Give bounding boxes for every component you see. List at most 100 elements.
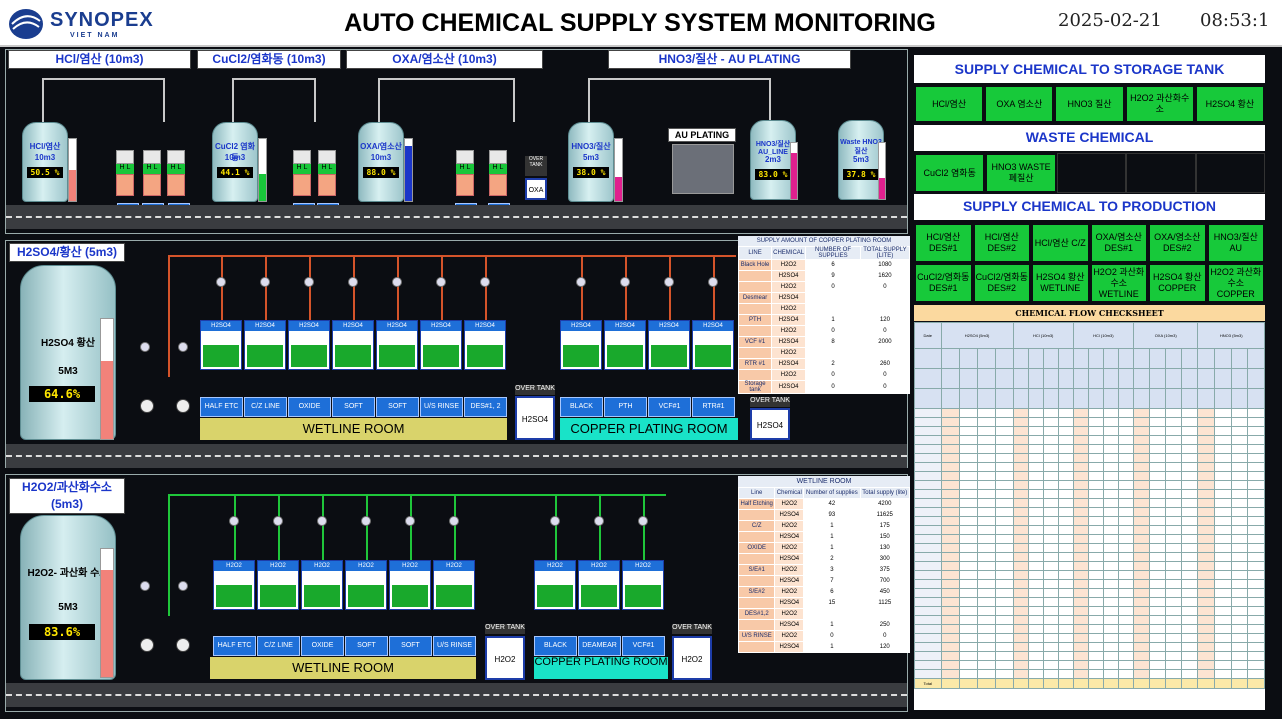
pump-valve-icon[interactable] — [140, 581, 150, 591]
valve-icon[interactable] — [576, 277, 586, 287]
wetline-table-title: WETLINE ROOM — [738, 476, 910, 487]
table-row: H2SO4 1 250 — [737, 619, 911, 631]
storage-tank-2[interactable]: OXA/염소산 10m3 88.0 % — [358, 122, 404, 202]
table-cell: H2O2 — [774, 542, 805, 554]
h2so4-cu-button-2[interactable]: VCF#1 — [648, 397, 691, 417]
green-storageItems-1[interactable]: OXA 염소산 — [984, 85, 1055, 123]
valve-icon[interactable] — [273, 516, 283, 526]
green-prodRow1-5[interactable]: HNO3/질산 AU — [1206, 223, 1265, 263]
globe-icon — [9, 9, 43, 39]
green-prodRow2-5[interactable]: H2O2 과산화수소 COPPER — [1206, 263, 1265, 303]
valve-icon[interactable] — [638, 516, 648, 526]
green-storageItems-0[interactable]: HCl/염산 — [914, 85, 985, 123]
h2o2-wet-button-4[interactable]: SOFT ETC#2 — [389, 636, 432, 667]
valve-icon[interactable] — [260, 277, 270, 287]
green-prodRow2-2[interactable]: H2SO4 황산 WETLINE — [1031, 263, 1090, 303]
flow-table: Date H2SO4 (5m3) HCl (10m3) HCl (10m3) OXA (… — [914, 322, 1265, 689]
h2o2-wet-button-2[interactable]: OXIDE — [301, 636, 344, 656]
green-prodRow1-0[interactable]: HCl/염산 DES#1 — [914, 223, 973, 263]
green-prodRow2-0[interactable]: CuCl2/염화동 DES#1 — [914, 263, 973, 303]
green-prodRow2-3[interactable]: H2O2 과산화수소 WETLINE — [1089, 263, 1148, 303]
valve-icon[interactable] — [229, 516, 239, 526]
h2o2-cu-button-1[interactable]: DEAMEAR — [578, 636, 621, 656]
h2o2-cu-cell-level — [537, 584, 573, 607]
table-cell — [737, 641, 776, 653]
h2o2-wet-button-0[interactable]: HALF ETC — [213, 636, 256, 656]
h2so4-drop-pipe — [221, 255, 223, 320]
table-cell: 3 — [803, 564, 861, 576]
valve-icon[interactable] — [361, 516, 371, 526]
green-storageItems-4[interactable]: H2SO4 황산 — [1194, 85, 1266, 123]
h2o2-wet-button-5[interactable]: U/S RINSE — [433, 636, 476, 656]
h2o2-wet-cell: H2O2 — [257, 560, 299, 610]
h2o2-cu-button-2[interactable]: VCF#1 — [622, 636, 665, 656]
green-wasteItems-0[interactable]: CuCl2 염화동 — [914, 153, 986, 193]
h2o2-wet-cell-level — [260, 584, 296, 607]
valve-icon[interactable] — [620, 277, 630, 287]
table-cell: H2O2 — [774, 630, 805, 642]
h2so4-cu-button-1[interactable]: PTH — [604, 397, 647, 417]
pump-valve-icon[interactable] — [140, 342, 150, 352]
valve-icon[interactable] — [216, 277, 226, 287]
green-prodRow2-1[interactable]: CuCl2/염화동 DES#2 — [972, 263, 1031, 303]
storage-level-fill-2 — [405, 146, 412, 201]
storage-tank-3[interactable]: HNO3/질산 5m3 38.0 % — [568, 122, 614, 202]
table-cell — [805, 292, 861, 304]
green-storageItems-3[interactable]: H2O2 과산화수소 — [1124, 85, 1195, 123]
h2o2-wet-button-3[interactable]: SOFT ETC#1 — [345, 636, 388, 667]
pump-valve-icon[interactable] — [178, 342, 188, 352]
h2so4-cu-button-3[interactable]: RTR#1 — [692, 397, 735, 417]
table-row: S/E#1 H2O2 3 375 — [737, 564, 911, 576]
green-prodRow1-2[interactable]: HCl/염산 C/Z — [1031, 223, 1090, 263]
h2o2-cu-button-0[interactable]: BLACK HOLE — [534, 636, 577, 667]
green-prodRow1-1[interactable]: HCl/염산 DES#2 — [972, 223, 1031, 263]
flow-row — [914, 552, 1265, 562]
h2so4-wet-cell-level — [247, 344, 283, 367]
valve-icon[interactable] — [304, 277, 314, 287]
green-storageItems-2[interactable]: HNO3 질산 — [1054, 85, 1125, 123]
h2o2-wet-cell-level — [304, 584, 340, 607]
h2so4-wet-button-6[interactable]: DES#1, 2 — [464, 397, 507, 417]
h2so4-wet-button-0[interactable]: HALF ETC — [200, 397, 243, 417]
h2so4-wet-button-4[interactable]: SOFT ETC#2 — [376, 397, 419, 428]
h2so4-wet-button-2[interactable]: OXIDE — [288, 397, 331, 417]
valve-icon[interactable] — [480, 277, 490, 287]
oxa-over-tank[interactable]: OXA — [525, 178, 547, 200]
green-prodRow1-4[interactable]: OXA/염소산 DES#2 — [1148, 223, 1207, 263]
storage-tank-1[interactable]: CuCl2 염화동 10m3 44.1 % — [212, 122, 258, 202]
valve-icon[interactable] — [317, 516, 327, 526]
table-cell: 2000 — [859, 336, 911, 348]
h2o2-wet-button-1[interactable]: C/Z LINE — [257, 636, 300, 656]
h2so4-over-tank-1[interactable]: H2SO4 — [515, 396, 555, 440]
h2so4-cu-button-0[interactable]: BLACK HOLE — [560, 397, 603, 428]
green-prodRow1-3[interactable]: OXA/염소산 DES#1 — [1089, 223, 1148, 263]
flow-row — [914, 426, 1265, 436]
valve-icon[interactable] — [348, 277, 358, 287]
h2o2-over-tank-2[interactable]: H2O2 — [672, 636, 712, 680]
table-row: Desmear H2SO4 — [737, 292, 911, 304]
h2o2-wet-cell-level — [216, 584, 252, 607]
pump-valve-icon[interactable] — [178, 581, 188, 591]
valve-icon[interactable] — [594, 516, 604, 526]
storage-tank-0[interactable]: HCl/염산 10m3 50.5 % — [22, 122, 68, 202]
h2so4-wet-button-3[interactable]: SOFT ETC#1 — [332, 397, 375, 428]
table-cell — [737, 619, 776, 631]
h2so4-wet-button-1[interactable]: C/Z LINE — [244, 397, 287, 417]
h2o2-over-tank-1[interactable]: H2O2 — [485, 636, 525, 680]
oxa-over-tank-label: OVER TANK — [525, 156, 547, 176]
table-cell — [859, 303, 911, 315]
valve-icon[interactable] — [664, 277, 674, 287]
valve-icon[interactable] — [436, 277, 446, 287]
green-prodRow2-4[interactable]: H2SO4 황산 COPPER — [1148, 263, 1207, 303]
h2o2-cu-cell-level — [581, 584, 617, 607]
valve-icon[interactable] — [449, 516, 459, 526]
h2so4-over-tank-2[interactable]: H2SO4 — [750, 408, 790, 440]
green-wasteItems-1[interactable]: HNO3 WASTE 폐질산 — [985, 153, 1057, 193]
table-cell: PTH — [737, 314, 773, 326]
h2so4-wet-button-5[interactable]: U/S RINSE — [420, 397, 463, 417]
valve-icon[interactable] — [405, 516, 415, 526]
valve-icon[interactable] — [392, 277, 402, 287]
valve-icon[interactable] — [550, 516, 560, 526]
valve-icon[interactable] — [708, 277, 718, 287]
table-cell: H2SO4 — [771, 270, 807, 282]
